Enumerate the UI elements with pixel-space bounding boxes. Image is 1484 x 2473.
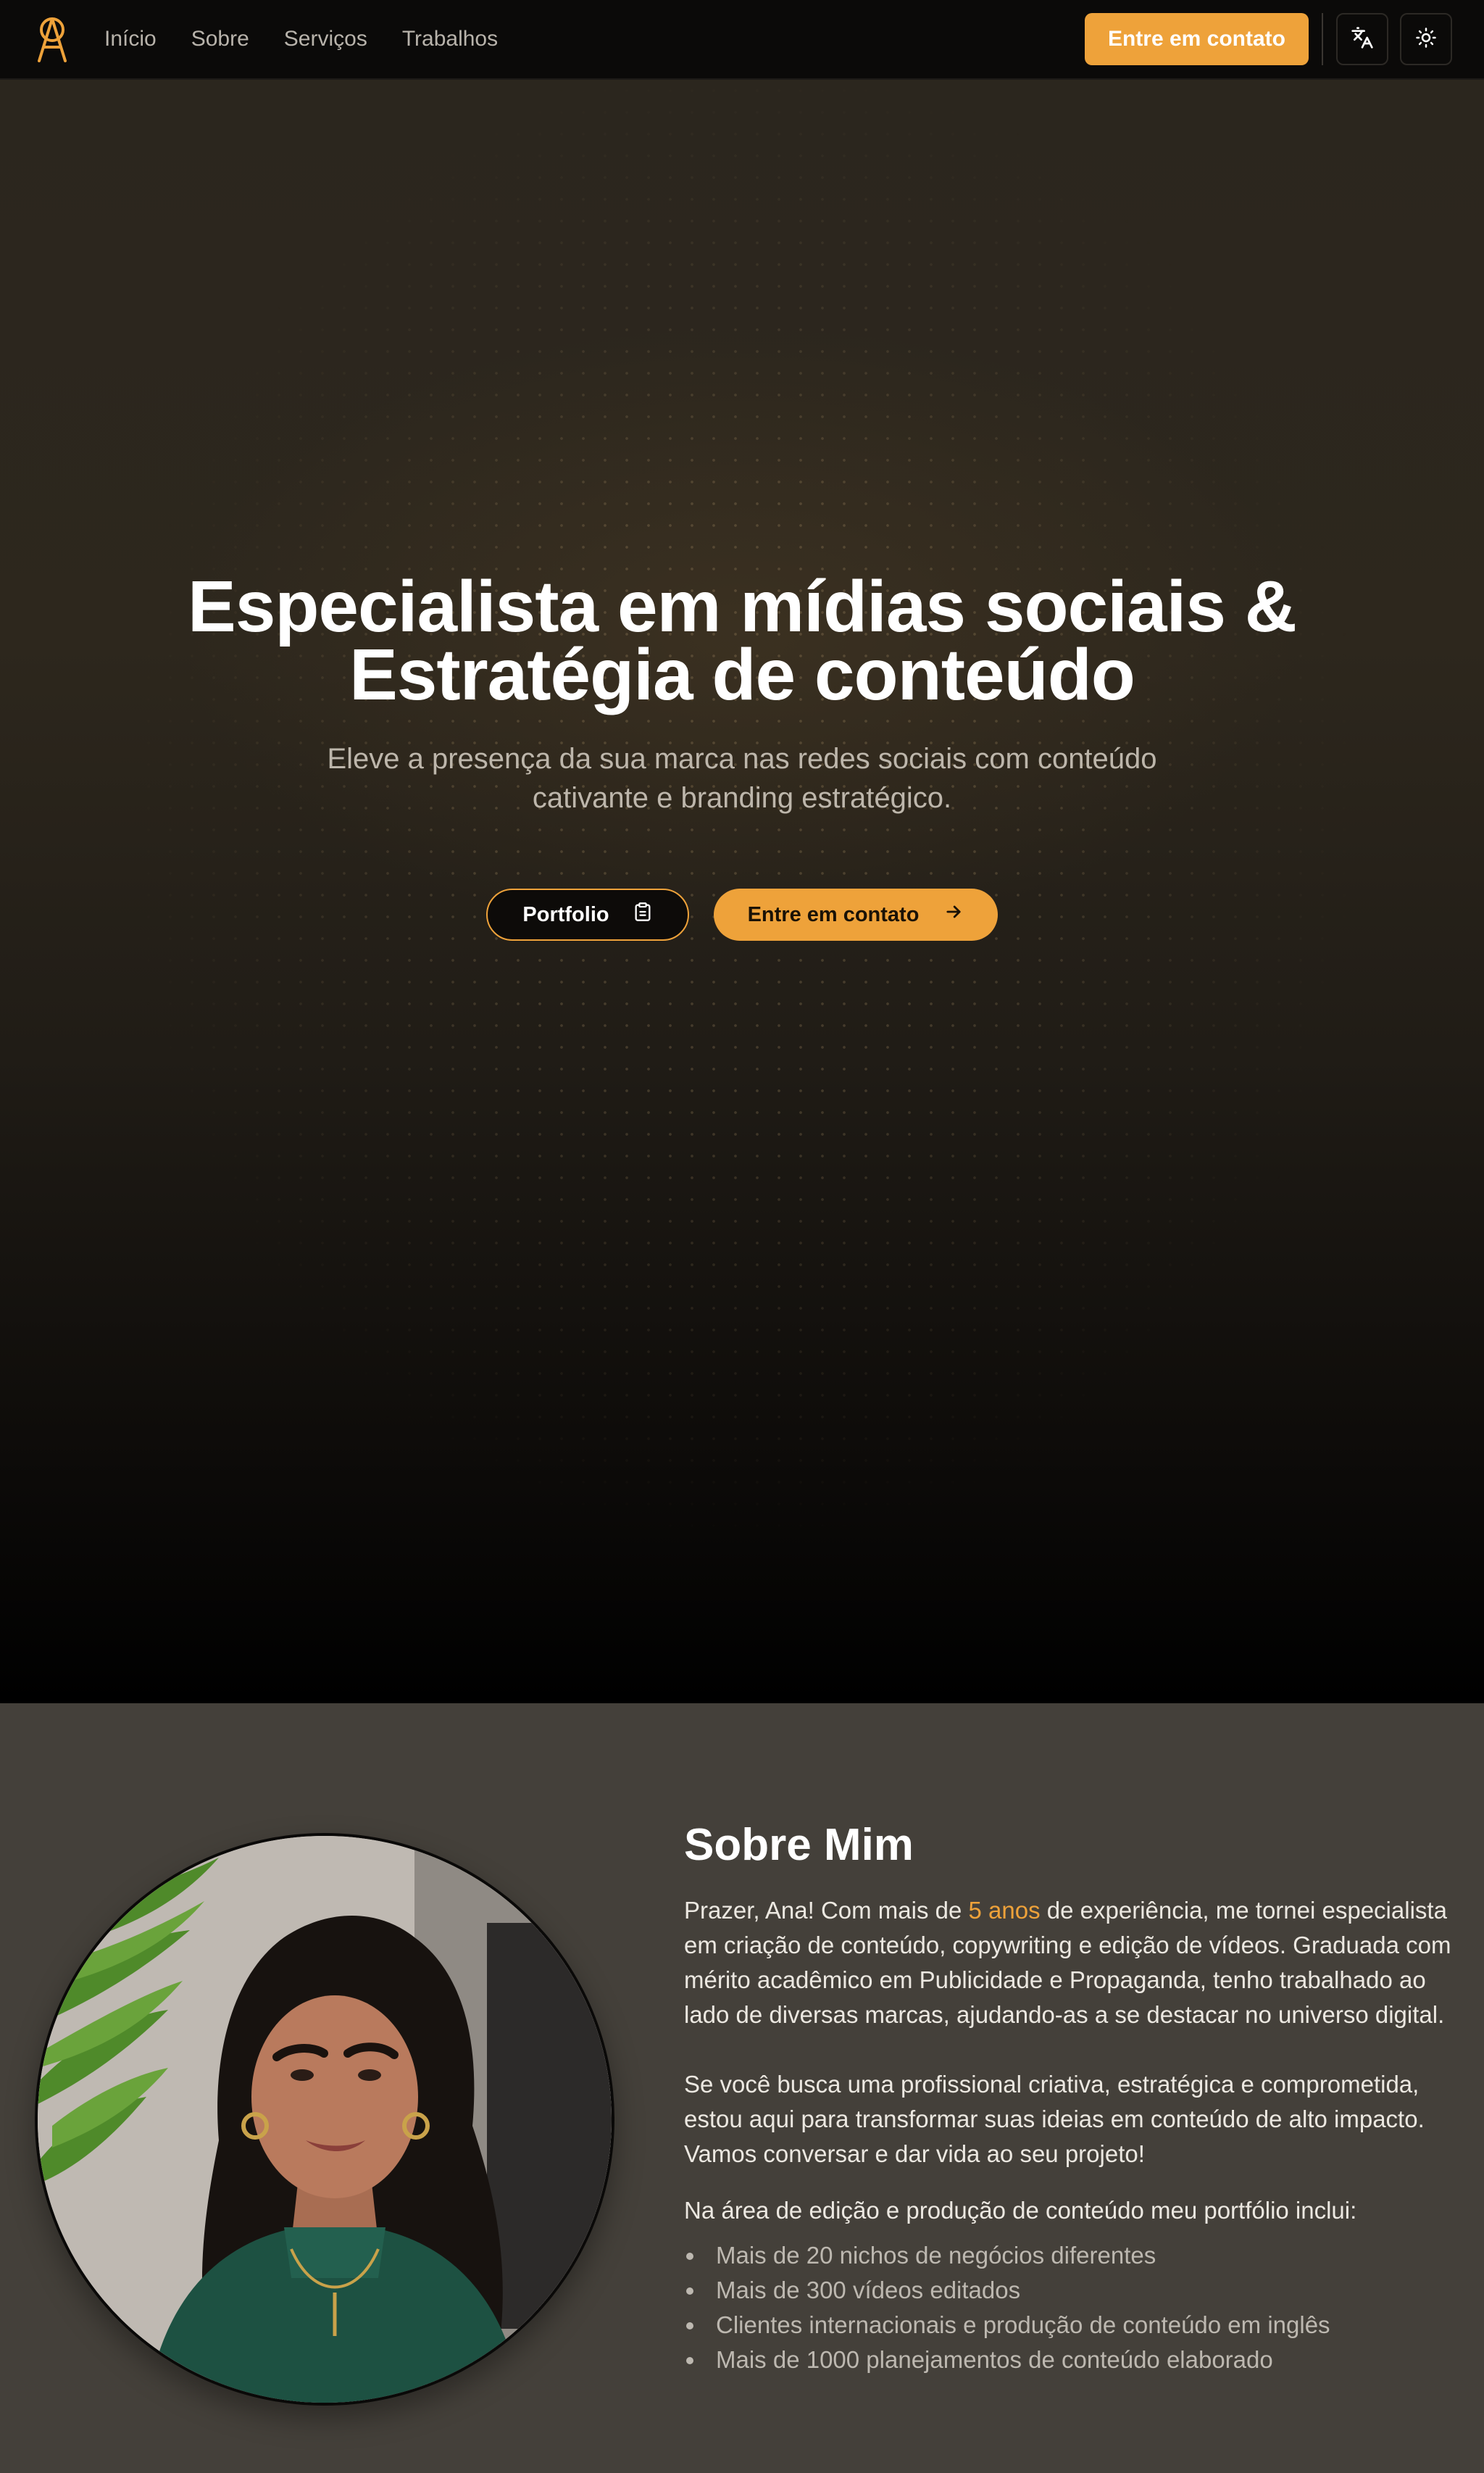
nav-link-sobre[interactable]: Sobre bbox=[191, 27, 249, 51]
navbar: Início Sobre Serviços Trabalhos Entre em… bbox=[0, 0, 1484, 80]
arrow-right-icon bbox=[943, 902, 964, 928]
about-paragraph-1: Prazer, Ana! Com mais de 5 anos de exper… bbox=[684, 1893, 1452, 2032]
list-item: Mais de 1000 planejamentos de conteúdo e… bbox=[684, 2343, 1452, 2377]
portfolio-list: Mais de 20 nichos de negócios diferentes… bbox=[684, 2238, 1452, 2377]
hero-contact-button[interactable]: Entre em contato bbox=[714, 889, 998, 941]
hero-title-line-2: Estratégia de conteúdo bbox=[349, 634, 1135, 715]
list-item: Mais de 20 nichos de negócios diferentes bbox=[684, 2238, 1452, 2273]
portfolio-list-intro: Na área de edição e produção de conteúdo… bbox=[684, 2197, 1357, 2224]
main-nav: Início Sobre Serviços Trabalhos bbox=[104, 27, 498, 51]
nav-link-servicos[interactable]: Serviços bbox=[284, 27, 367, 51]
hero-title: Especialista em mídias sociais & Estraté… bbox=[0, 566, 1484, 715]
hero-section: Especialista em mídias sociais & Estraté… bbox=[0, 80, 1484, 1703]
about-paragraph-2: Se você busca uma profissional criativa,… bbox=[684, 2071, 1425, 2167]
nav-link-trabalhos[interactable]: Trabalhos bbox=[402, 27, 498, 51]
about-section: Sobre Mim Prazer, Ana! Com mais de 5 ano… bbox=[0, 1703, 1484, 2473]
translate-icon bbox=[1351, 26, 1374, 53]
clipboard-icon bbox=[633, 901, 653, 928]
hero-contact-button-label: Entre em contato bbox=[747, 902, 920, 926]
theme-toggle-button[interactable] bbox=[1400, 13, 1452, 65]
a-monogram-icon[interactable] bbox=[32, 12, 72, 67]
nav-link-inicio[interactable]: Início bbox=[104, 27, 157, 51]
hero-actions: Portfolio Entre em contato bbox=[0, 889, 1484, 941]
list-item: Mais de 300 vídeos editados bbox=[684, 2273, 1452, 2308]
nav-actions: Entre em contato bbox=[1084, 13, 1452, 65]
years-highlight: 5 anos bbox=[968, 1897, 1041, 1924]
hero-subtitle: Eleve a presença da sua marca nas redes … bbox=[327, 743, 1157, 814]
nav-contact-button[interactable]: Entre em contato bbox=[1084, 13, 1309, 65]
language-button[interactable] bbox=[1336, 13, 1388, 65]
sun-icon bbox=[1415, 27, 1437, 52]
about-content: Sobre Mim Prazer, Ana! Com mais de 5 ano… bbox=[684, 1819, 1452, 2377]
about-paragraph-1-start: Prazer, Ana! Com mais de bbox=[684, 1897, 969, 1924]
list-item: Clientes internacionais e produção de co… bbox=[684, 2308, 1452, 2343]
profile-photo bbox=[35, 1833, 614, 2406]
portfolio-button-label: Portfolio bbox=[522, 902, 609, 926]
nav-divider bbox=[1322, 13, 1323, 65]
hero-title-line-1: Especialista em mídias sociais & bbox=[188, 566, 1297, 647]
portfolio-button[interactable]: Portfolio bbox=[486, 889, 689, 941]
about-title: Sobre Mim bbox=[684, 1820, 914, 1870]
